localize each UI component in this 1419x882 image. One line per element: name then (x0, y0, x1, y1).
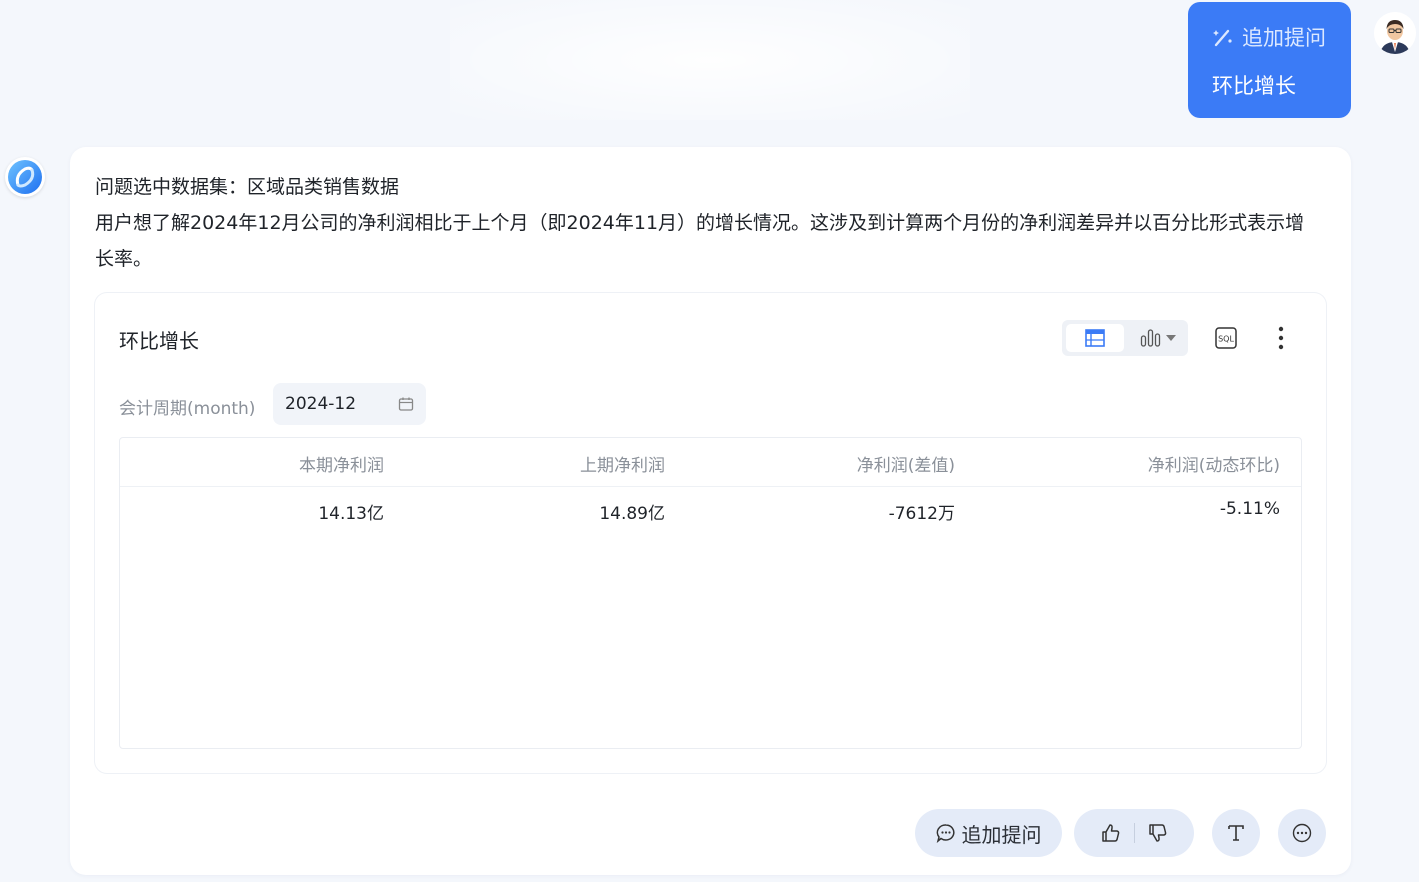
user-message-bubble: 追加提问 环比增长 (1188, 2, 1351, 118)
bar-chart-icon (1140, 329, 1161, 347)
header-profit-diff: 净利润(差值) (856, 456, 955, 476)
more-actions-button[interactable] (1278, 809, 1326, 857)
background-glow (450, 0, 970, 120)
question-description: 用户想了解2024年12月公司的净利润相比于上个月（即2024年11月）的增长情… (95, 212, 1305, 270)
feedback-divider (1133, 823, 1135, 843)
calendar-icon (398, 397, 414, 411)
follow-up-label: 追加提问 (1242, 26, 1326, 50)
svg-text:SQL: SQL (1218, 335, 1234, 344)
wand-icon (1213, 29, 1232, 47)
user-question: 环比增长 (1212, 74, 1296, 98)
cell-profit-diff: -7612万 (888, 504, 955, 524)
cell-current-profit: 14.13亿 (318, 504, 384, 524)
cell-profit-mom: -5.11% (1219, 499, 1280, 519)
table-view-icon (1085, 329, 1105, 347)
user-avatar[interactable] (1374, 12, 1416, 54)
more-vertical-icon (1278, 326, 1284, 350)
period-filter-label: 会计周期(month) (119, 399, 256, 419)
chat-bubble-icon (936, 824, 955, 843)
chart-view-button[interactable] (1132, 324, 1184, 352)
view-switcher (1062, 320, 1188, 356)
text-format-button[interactable] (1212, 809, 1260, 857)
answer-text: 问题选中数据集：区域品类销售数据 用户想了解2024年12月公司的净利润相比于上… (95, 169, 1320, 277)
more-options-button[interactable] (1271, 323, 1291, 353)
result-card: 环比增长 SQL 会计周期(month) 2024-12 本期净利润 上期净利润… (95, 293, 1326, 773)
follow-up-button-label: 追加提问 (961, 822, 1042, 847)
header-current-profit: 本期净利润 (299, 456, 384, 476)
sql-icon: SQL (1215, 327, 1237, 349)
table-header: 本期净利润 上期净利润 净利润(差值) 净利润(动态环比) (120, 438, 1301, 487)
feedback-group (1074, 809, 1194, 857)
result-table: 本期净利润 上期净利润 净利润(差值) 净利润(动态环比) 14.13亿 14.… (119, 437, 1302, 749)
cell-previous-profit: 14.89亿 (599, 504, 665, 524)
follow-up-tag[interactable]: 追加提问 (1212, 22, 1327, 52)
dataset-line: 问题选中数据集：区域品类销售数据 (95, 176, 400, 198)
result-title: 环比增长 (119, 329, 199, 353)
follow-up-button[interactable]: 追加提问 (915, 809, 1062, 857)
bot-answer-card: 问题选中数据集：区域品类销售数据 用户想了解2024年12月公司的净利润相比于上… (70, 147, 1351, 875)
user-avatar-icon (1374, 12, 1416, 54)
period-value: 2024-12 (285, 394, 357, 414)
bot-logo (8, 160, 42, 194)
more-horizontal-icon (1292, 823, 1312, 843)
bot-avatar (5, 157, 45, 197)
header-previous-profit: 上期净利润 (580, 456, 665, 476)
period-date-picker[interactable]: 2024-12 (273, 383, 426, 425)
table-view-button[interactable] (1066, 324, 1124, 352)
text-format-icon (1228, 825, 1244, 841)
header-profit-mom: 净利润(动态环比) (1147, 456, 1280, 476)
chevron-down-icon (1166, 335, 1176, 341)
sql-button[interactable]: SQL (1213, 325, 1239, 351)
thumbs-up-icon[interactable] (1100, 822, 1122, 844)
chat-page: 追加提问 环比增长 问题选中数据集：区域品类销售数据 用户想了解2024年12月… (0, 0, 1419, 882)
thumbs-down-icon[interactable] (1147, 822, 1169, 844)
